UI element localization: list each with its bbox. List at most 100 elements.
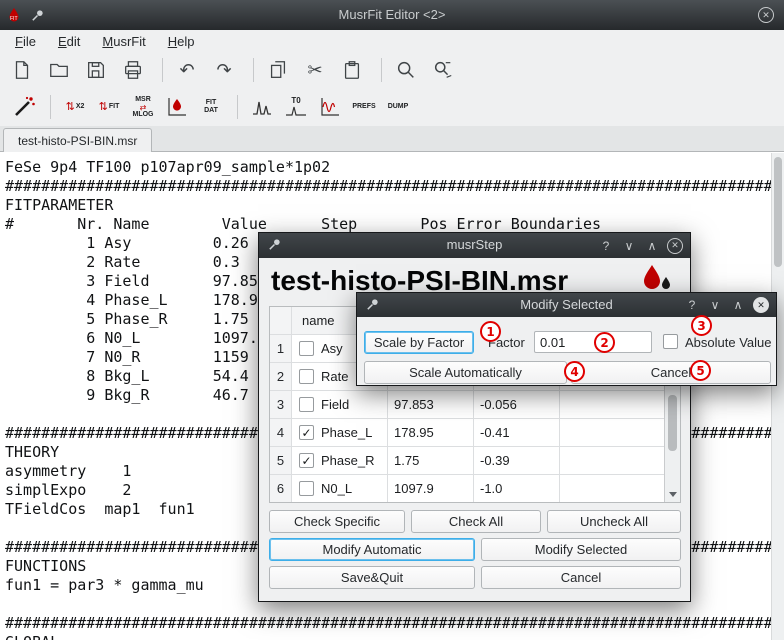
help-icon[interactable]: ? [684,297,700,313]
cancel-button[interactable]: Cancel [481,566,681,589]
search-icon [395,59,417,81]
scrollbar-thumb[interactable] [774,157,782,267]
help-icon[interactable]: ? [598,238,614,254]
musrview-button[interactable] [161,91,193,123]
chisq-label: X2 [76,103,85,111]
open-folder-icon [48,59,70,81]
menu-help[interactable]: Help [157,31,206,52]
fit-dat-button[interactable]: FIT DAT [195,91,227,123]
dat-label: DAT [204,107,218,115]
toolbar-separator [237,95,238,119]
printer-icon [122,59,144,81]
scale-automatically-button[interactable]: Scale Automatically [364,361,567,384]
open-file-button[interactable] [43,55,75,85]
paste-button[interactable] [336,55,368,85]
undo-icon: ↶ [179,61,194,79]
menu-edit[interactable]: Edit [47,31,91,52]
musr-plot-button[interactable] [314,91,346,123]
save-quit-button[interactable]: Save&Quit [269,566,475,589]
mlog-label: MLOG [133,111,154,119]
undo-button[interactable]: ↶ [171,55,203,85]
table-row[interactable]: 6 N0_L 1097.9 -1.0 [270,475,664,503]
copy-icon [267,59,289,81]
modify-titlebar[interactable]: Modify Selected ? ∨ ∧ ✕ [357,293,776,317]
musr-prefs-button[interactable]: PREFS [348,91,380,123]
param-step: -0.056 [474,391,560,418]
row-checkbox[interactable] [299,341,314,356]
table-row[interactable]: 4 ✓ Phase_L 178.95 -0.41 [270,419,664,447]
chevron-down-icon[interactable]: ∨ [707,297,723,313]
menu-musrfit[interactable]: MusrFit [91,31,156,52]
musr-wizard-button[interactable] [8,91,40,123]
tab-msr-file[interactable]: test-histo-PSI-BIN.msr [3,128,152,152]
annotation-5: 5 [690,360,711,381]
chevron-up-icon[interactable]: ∧ [730,297,746,313]
param-step: -1.0 [474,475,560,502]
redo-button[interactable]: ↷ [208,55,240,85]
print-button[interactable] [117,55,149,85]
row-checkbox[interactable] [299,369,314,384]
modify-selected-button[interactable]: Modify Selected [481,538,681,561]
check-all-button[interactable]: Check All [411,510,541,533]
musrft-button[interactable] [246,91,278,123]
plot-icon [318,95,342,119]
save-button[interactable] [80,55,112,85]
clipboard-icon [341,59,363,81]
scroll-down-icon[interactable] [669,492,677,497]
modify-automatic-button[interactable]: Modify Automatic [269,538,475,561]
musrview-icon [165,95,189,119]
scrollbar-thumb[interactable] [668,395,677,451]
row-checkbox-checked[interactable]: ✓ [299,425,314,440]
musrstep-titlebar[interactable]: musrStep ? ∨ ∧ ✕ [259,233,690,258]
row-number: 5 [270,447,292,474]
table-row[interactable]: 5 ✓ Phase_R 1.75 -0.39 [270,447,664,475]
row-checkbox[interactable] [299,397,314,412]
empty-cell [560,447,664,474]
cut-button[interactable]: ✂ [299,55,331,85]
calc-chisq-button[interactable]: ⇅ X2 [59,91,91,123]
swap-arrows-icon: ⇄ [140,104,147,111]
corner-header-cell [270,307,292,334]
musrfit-run-button[interactable]: ⇅ FIT [93,91,125,123]
cancel-button[interactable]: Cancel [571,361,771,384]
param-name: N0_L [321,481,352,496]
copy-button[interactable] [262,55,294,85]
row-checkbox[interactable] [299,481,314,496]
check-specific-button[interactable]: Check Specific [269,510,405,533]
toolbar-separator [381,58,382,82]
musrfit-toolbar: ⇅ X2 ⇅ FIT MSR ⇄ MLOG FIT DAT [0,88,784,127]
musrt0-button[interactable]: T0 [280,91,312,123]
editor-line: FITPARAMETER [5,196,784,215]
scale-by-factor-button[interactable]: Scale by Factor [364,331,474,354]
t0-curve-icon [285,105,307,117]
close-icon[interactable]: ✕ [753,297,769,313]
window-close-icon[interactable]: ✕ [758,7,774,23]
table-row[interactable]: 3 Field 97.853 -0.056 [270,391,664,419]
chevron-up-icon[interactable]: ∧ [644,238,660,254]
dump-button[interactable]: DUMP [382,91,414,123]
row-checkbox-checked[interactable]: ✓ [299,453,314,468]
absolute-value-checkbox[interactable] [663,334,678,349]
menu-file[interactable]: File [4,31,47,52]
updown-arrows-icon: ⇅ [66,102,75,113]
close-icon[interactable]: ✕ [667,238,683,254]
param-name: Field [321,397,349,412]
uncheck-all-button[interactable]: Uncheck All [547,510,681,533]
msr-mlog-swap-button[interactable]: MSR ⇄ MLOG [127,91,159,123]
check-icon: ✓ [301,426,311,440]
check-icon: ✓ [301,454,311,468]
editor-line: ########################################… [5,614,784,633]
param-value: 178.95 [388,419,474,446]
editor-scrollbar[interactable] [771,153,784,640]
param-name: Rate [321,369,348,384]
row-number: 2 [270,363,292,390]
annotation-1: 1 [480,321,501,342]
find-button[interactable] [390,55,422,85]
param-value: 97.853 [388,391,474,418]
chevron-down-icon[interactable]: ∨ [621,238,637,254]
find-replace-button[interactable] [427,55,459,85]
editor-line: FeSe 9p4 TF100 p107apr09_sample*1p02 [5,158,784,177]
window-titlebar[interactable]: FIT MusrFit Editor <2> ✕ [0,0,784,30]
factor-input[interactable] [534,331,652,353]
new-file-button[interactable] [6,55,38,85]
